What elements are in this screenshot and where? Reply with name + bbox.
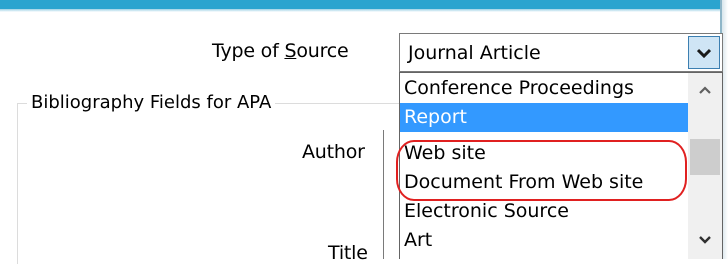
dropdown-scrollbar[interactable] — [688, 73, 722, 259]
source-type-select[interactable]: Journal Article — [399, 33, 723, 72]
option-electronic-source[interactable]: Electronic Source — [400, 197, 690, 226]
group-title: Bibliography Fields for APA — [27, 92, 276, 113]
option-web-site[interactable]: Web site — [400, 139, 690, 168]
title-bar-shadow — [0, 9, 728, 12]
source-type-value: Journal Article — [408, 42, 541, 64]
source-type-dropdown-list[interactable]: Conference Proceedings Report Web site D… — [399, 72, 723, 259]
field-input-edge[interactable] — [383, 130, 400, 259]
option-report[interactable]: Report — [400, 103, 690, 132]
chevron-down-icon — [699, 236, 711, 244]
option-conference-proceedings[interactable]: Conference Proceedings — [400, 74, 690, 103]
scroll-down-button[interactable] — [688, 225, 722, 255]
chevron-up-icon — [699, 86, 711, 94]
dropdown-arrow-button[interactable] — [688, 36, 720, 69]
scroll-up-button[interactable] — [688, 75, 722, 105]
title-label: Title — [328, 242, 368, 264]
option-art[interactable]: Art — [400, 226, 690, 255]
window-title-bar — [0, 0, 728, 9]
option-document-from-web-site[interactable]: Document From Web site — [400, 168, 690, 197]
chevron-down-icon — [697, 48, 711, 58]
scroll-thumb[interactable] — [690, 139, 720, 175]
author-label: Author — [302, 141, 365, 163]
type-of-source-label: Type of Source — [212, 40, 349, 62]
